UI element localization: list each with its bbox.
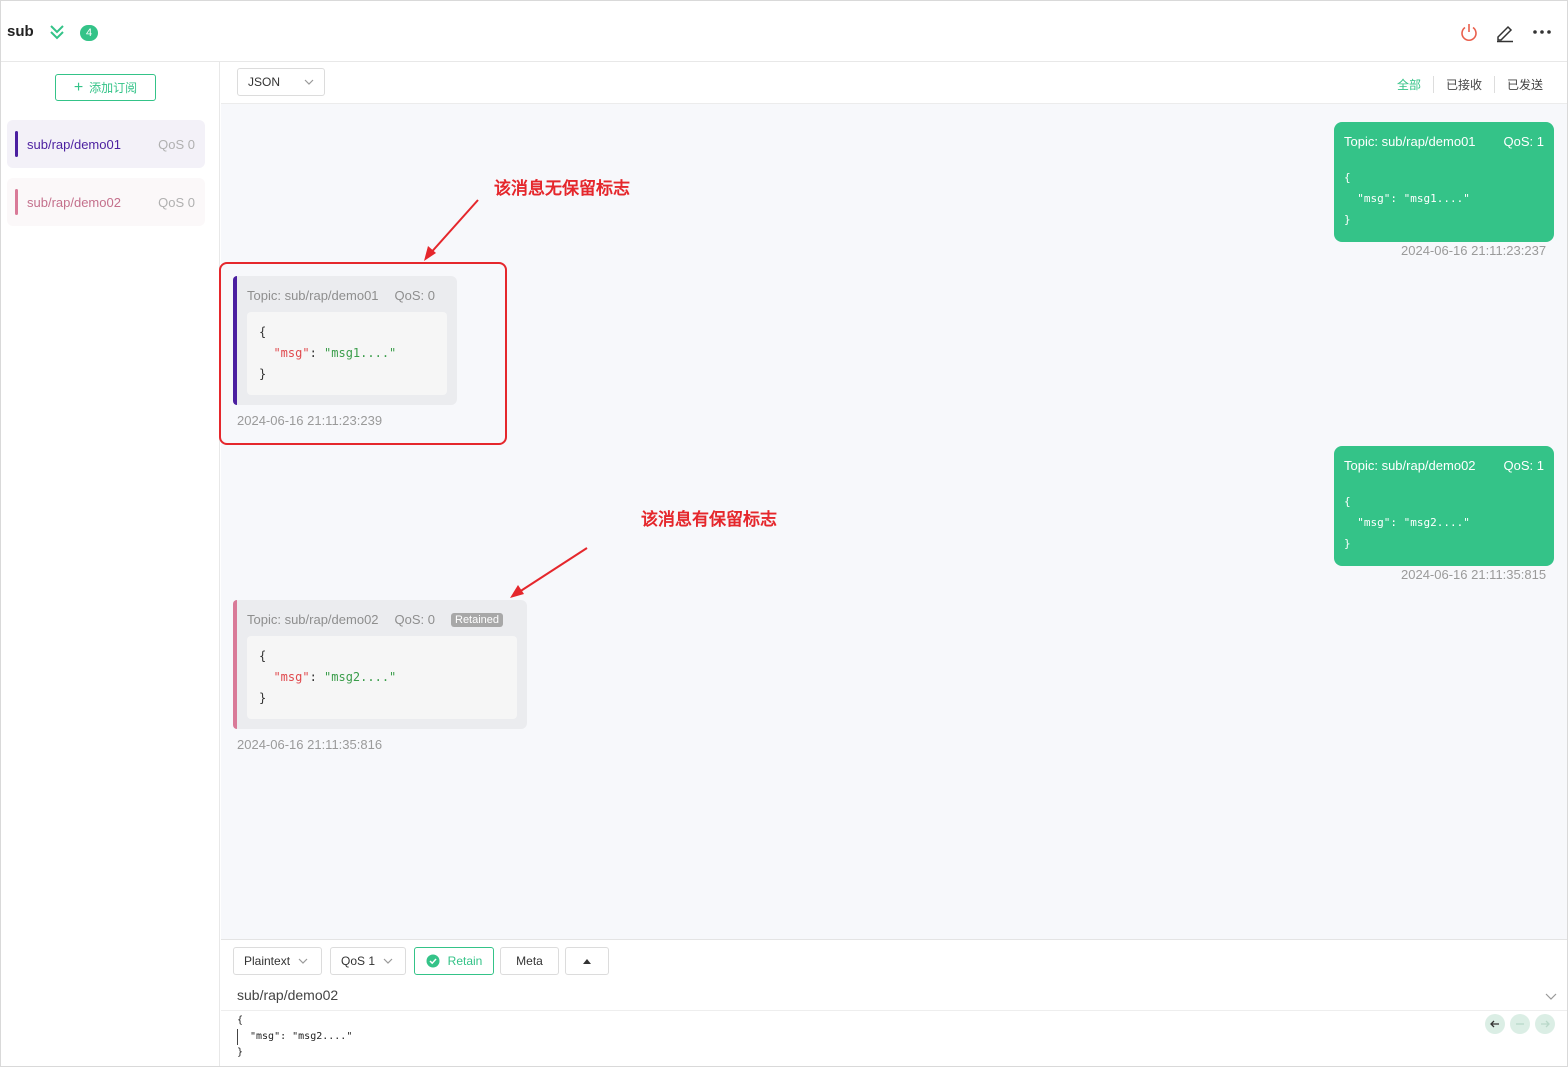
arrow-left-icon	[1490, 1020, 1499, 1028]
subscription-count-badge: 4	[80, 25, 98, 41]
message-topic: Topic: sub/rap/demo02	[247, 612, 379, 627]
annotation-highlight-box	[219, 262, 507, 445]
publish-composer: Plaintext QoS 1 Retain Meta { "msg": "ms…	[221, 939, 1567, 1066]
double-chevron-down-icon[interactable]	[48, 23, 66, 41]
subscription-color-bar	[15, 131, 18, 157]
message-qos: QoS: 1	[1503, 134, 1544, 149]
message-timestamp: 2024-06-16 21:11:35:816	[237, 737, 383, 752]
message-topic: Topic: sub/rap/demo02	[1344, 458, 1476, 473]
qos-select[interactable]: QoS 1	[330, 947, 406, 975]
subscription-topic: sub/rap/demo01	[27, 136, 121, 152]
add-subscription-button[interactable]: + 添加订阅	[55, 74, 156, 101]
meta-label: Meta	[516, 954, 543, 968]
history-prev-button[interactable]	[1485, 1014, 1505, 1034]
message-color-bar	[233, 600, 237, 729]
message-payload: { "msg": "msg2...." }	[1344, 495, 1470, 550]
publish-topic-input[interactable]	[237, 984, 1537, 1006]
plus-icon: +	[73, 78, 84, 96]
history-clear-button[interactable]	[1510, 1014, 1530, 1034]
message-timestamp: 2024-06-16 21:11:35:815	[1401, 567, 1547, 582]
connection-header: sub 4	[1, 1, 1567, 62]
message-qos: QoS: 1	[1503, 458, 1544, 473]
message-list: Topic: sub/rap/demo01 QoS: 1 { "msg": "m…	[221, 104, 1567, 939]
payload-editor[interactable]: { "msg": "msg2...." }	[221, 1010, 1567, 1067]
connection-name: sub	[7, 23, 34, 40]
retained-badge: Retained	[451, 612, 504, 627]
retain-label: Retain	[447, 954, 483, 968]
arrow-right-icon	[1541, 1020, 1550, 1028]
edit-icon[interactable]	[1494, 21, 1516, 43]
message-topic: Topic: sub/rap/demo01	[1344, 134, 1476, 149]
payload-type-select[interactable]: Plaintext	[233, 947, 322, 975]
subscription-color-bar	[15, 189, 18, 215]
add-subscription-label: 添加订阅	[89, 81, 138, 95]
expand-button[interactable]	[565, 947, 609, 975]
message-payload: { "msg": "msg2...." }	[247, 636, 517, 719]
message-timestamp: 2024-06-16 21:11:23:237	[1401, 243, 1547, 258]
more-options-icon[interactable]	[1531, 21, 1553, 43]
message-filter-tabs: 全部 已接收 已发送	[1385, 76, 1555, 93]
subscription-qos: QoS 0	[158, 136, 195, 152]
subscriptions-sidebar: + 添加订阅 sub/rap/demo01 QoS 0 sub/rap/demo…	[1, 62, 220, 1066]
chevron-down-icon	[383, 958, 393, 964]
sent-message[interactable]: Topic: sub/rap/demo02 QoS: 1 { "msg": "m…	[1334, 446, 1554, 566]
check-circle-icon	[426, 954, 440, 968]
chevron-down-icon[interactable]	[1545, 990, 1557, 1002]
caret-up-icon	[583, 959, 591, 964]
chevron-down-icon	[298, 958, 308, 964]
retain-toggle[interactable]: Retain	[414, 947, 494, 975]
history-next-button[interactable]	[1535, 1014, 1555, 1034]
filter-tab-received[interactable]: 已接收	[1432, 76, 1494, 93]
sent-message[interactable]: Topic: sub/rap/demo01 QoS: 1 { "msg": "m…	[1334, 122, 1554, 242]
subscription-item[interactable]: sub/rap/demo01 QoS 0	[7, 120, 205, 168]
message-toolbar: JSON 全部 已接收 已发送	[221, 62, 1567, 104]
annotation-has-retain: 该消息有保留标志	[641, 510, 777, 530]
filter-tab-all[interactable]: 全部	[1385, 76, 1433, 93]
subscription-item[interactable]: sub/rap/demo02 QoS 0	[7, 178, 205, 226]
received-message[interactable]: Topic: sub/rap/demo02 QoS: 0 Retained { …	[233, 600, 527, 729]
chevron-down-icon	[304, 79, 314, 85]
subscription-topic: sub/rap/demo02	[27, 194, 121, 210]
message-payload: { "msg": "msg1...." }	[1344, 171, 1470, 226]
message-qos: QoS: 0	[394, 612, 435, 627]
payload-format-select[interactable]: JSON	[237, 68, 325, 96]
disconnect-power-icon[interactable]	[1458, 21, 1480, 43]
filter-tab-sent[interactable]: 已发送	[1493, 76, 1555, 93]
subscription-qos: QoS 0	[158, 194, 195, 210]
annotation-no-retain: 该消息无保留标志	[494, 179, 630, 199]
payload-type-value: Plaintext	[244, 954, 291, 968]
minus-icon	[1516, 1023, 1524, 1025]
payload-format-value: JSON	[248, 75, 281, 89]
qos-value: QoS 1	[341, 954, 376, 968]
history-nav	[1485, 1014, 1555, 1034]
meta-button[interactable]: Meta	[500, 947, 559, 975]
